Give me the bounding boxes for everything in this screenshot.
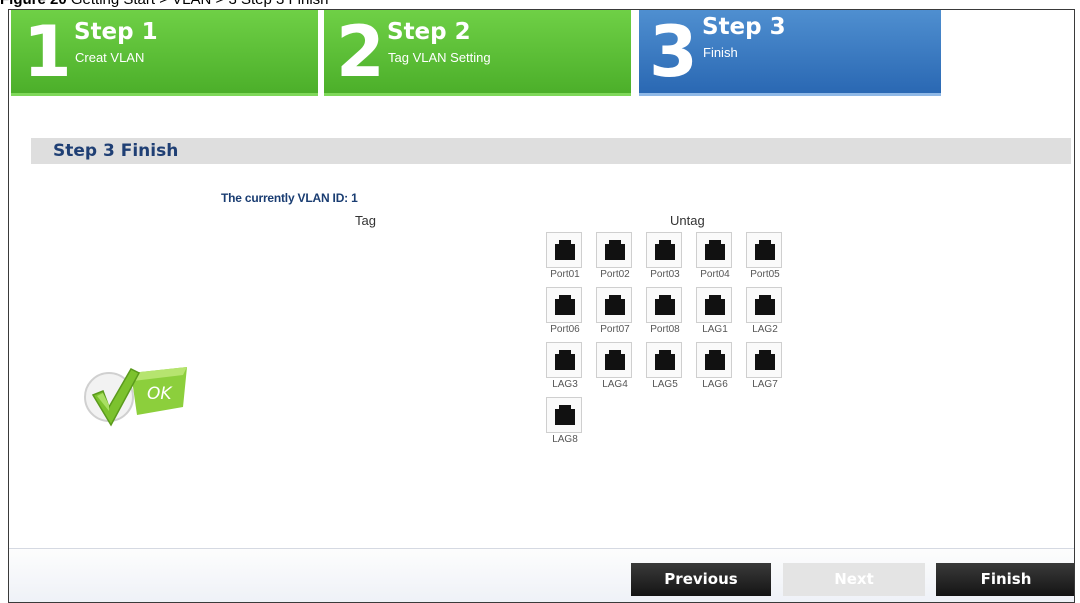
ethernet-port-icon [596,232,632,268]
port-item[interactable]: Port07 [595,286,645,341]
step-subtitle: Finish [703,45,738,60]
vlan-id-text: The currently VLAN ID: 1 [221,191,358,205]
step-title: Step 1 [74,19,158,45]
ethernet-port-icon [696,287,732,323]
port-label: Port08 [650,324,680,335]
port-item[interactable]: LAG2 [745,286,795,341]
ok-badge-text: OK [147,384,173,404]
step-subtitle: Creat VLAN [75,50,145,65]
ethernet-port-icon [646,232,682,268]
wizard-window: 1 Step 1 Creat VLAN 2 Step 2 Tag VLAN Se… [8,9,1075,603]
port-label: LAG6 [702,379,728,390]
ethernet-port-icon [546,232,582,268]
port-label: LAG7 [752,379,778,390]
next-button: Next [783,563,925,596]
section-title: Step 3 Finish [53,141,179,161]
step-number: 2 [336,11,385,93]
port-item[interactable]: Port03 [645,231,695,286]
port-label: Port07 [600,324,630,335]
port-item[interactable]: LAG5 [645,341,695,396]
previous-button[interactable]: Previous [631,563,771,596]
port-label: LAG3 [552,379,578,390]
port-item[interactable]: LAG3 [545,341,595,396]
ethernet-port-icon [646,342,682,378]
ethernet-port-icon [546,342,582,378]
ethernet-port-icon [746,232,782,268]
port-label: Port04 [700,269,730,280]
step-subtitle: Tag VLAN Setting [388,50,491,65]
step-number: 1 [23,11,72,93]
port-item[interactable]: Port05 [745,231,795,286]
port-item[interactable]: LAG6 [695,341,745,396]
port-label: LAG5 [652,379,678,390]
tab-step-3[interactable]: 3 Step 3 Finish [639,10,941,96]
caption-prefix: Figure 20 [0,0,67,8]
port-label: Port05 [750,269,780,280]
port-item[interactable]: Port02 [595,231,645,286]
ethernet-port-icon [596,342,632,378]
port-label: LAG8 [552,434,578,445]
untagged-port-list: Port01 Port02 Port03 Port04 Port05 Port06 Port… [545,231,795,451]
port-label: Port06 [550,324,580,335]
tab-step-2[interactable]: 2 Step 2 Tag VLAN Setting [324,10,631,96]
ethernet-port-icon [546,397,582,433]
port-item[interactable]: LAG8 [545,396,595,451]
figure-caption: Figure 20 Getting Start > VLAN > 3 Step … [0,0,329,9]
port-item[interactable]: Port04 [695,231,745,286]
finish-button[interactable]: Finish [936,563,1074,596]
port-label: Port02 [600,269,630,280]
port-item[interactable]: LAG4 [595,341,645,396]
wizard-footer: Previous Next Finish [9,548,1074,602]
ethernet-port-icon [596,287,632,323]
untag-column-label: Untag [670,213,705,228]
port-item[interactable]: Port08 [645,286,695,341]
step-title: Step 3 [702,14,786,40]
ethernet-port-icon [646,287,682,323]
ethernet-port-icon [746,342,782,378]
section-header: Step 3 Finish [31,138,1071,164]
port-label: Port03 [650,269,680,280]
ok-check-icon: OK [84,367,187,427]
caption-text: Getting Start > VLAN > 3 Step 3 Finish [71,0,329,8]
port-item[interactable]: Port01 [545,231,595,286]
port-label: LAG1 [702,324,728,335]
ethernet-port-icon [696,232,732,268]
tab-step-1[interactable]: 1 Step 1 Creat VLAN [11,10,318,96]
port-item[interactable]: LAG1 [695,286,745,341]
port-label: LAG4 [602,379,628,390]
step-title: Step 2 [387,19,471,45]
ethernet-port-icon [546,287,582,323]
port-item[interactable]: LAG7 [745,341,795,396]
port-label: LAG2 [752,324,778,335]
port-label: Port01 [550,269,580,280]
tag-column-label: Tag [355,213,376,228]
port-item[interactable]: Port06 [545,286,595,341]
step-number: 3 [649,11,698,93]
ethernet-port-icon [746,287,782,323]
ethernet-port-icon [696,342,732,378]
